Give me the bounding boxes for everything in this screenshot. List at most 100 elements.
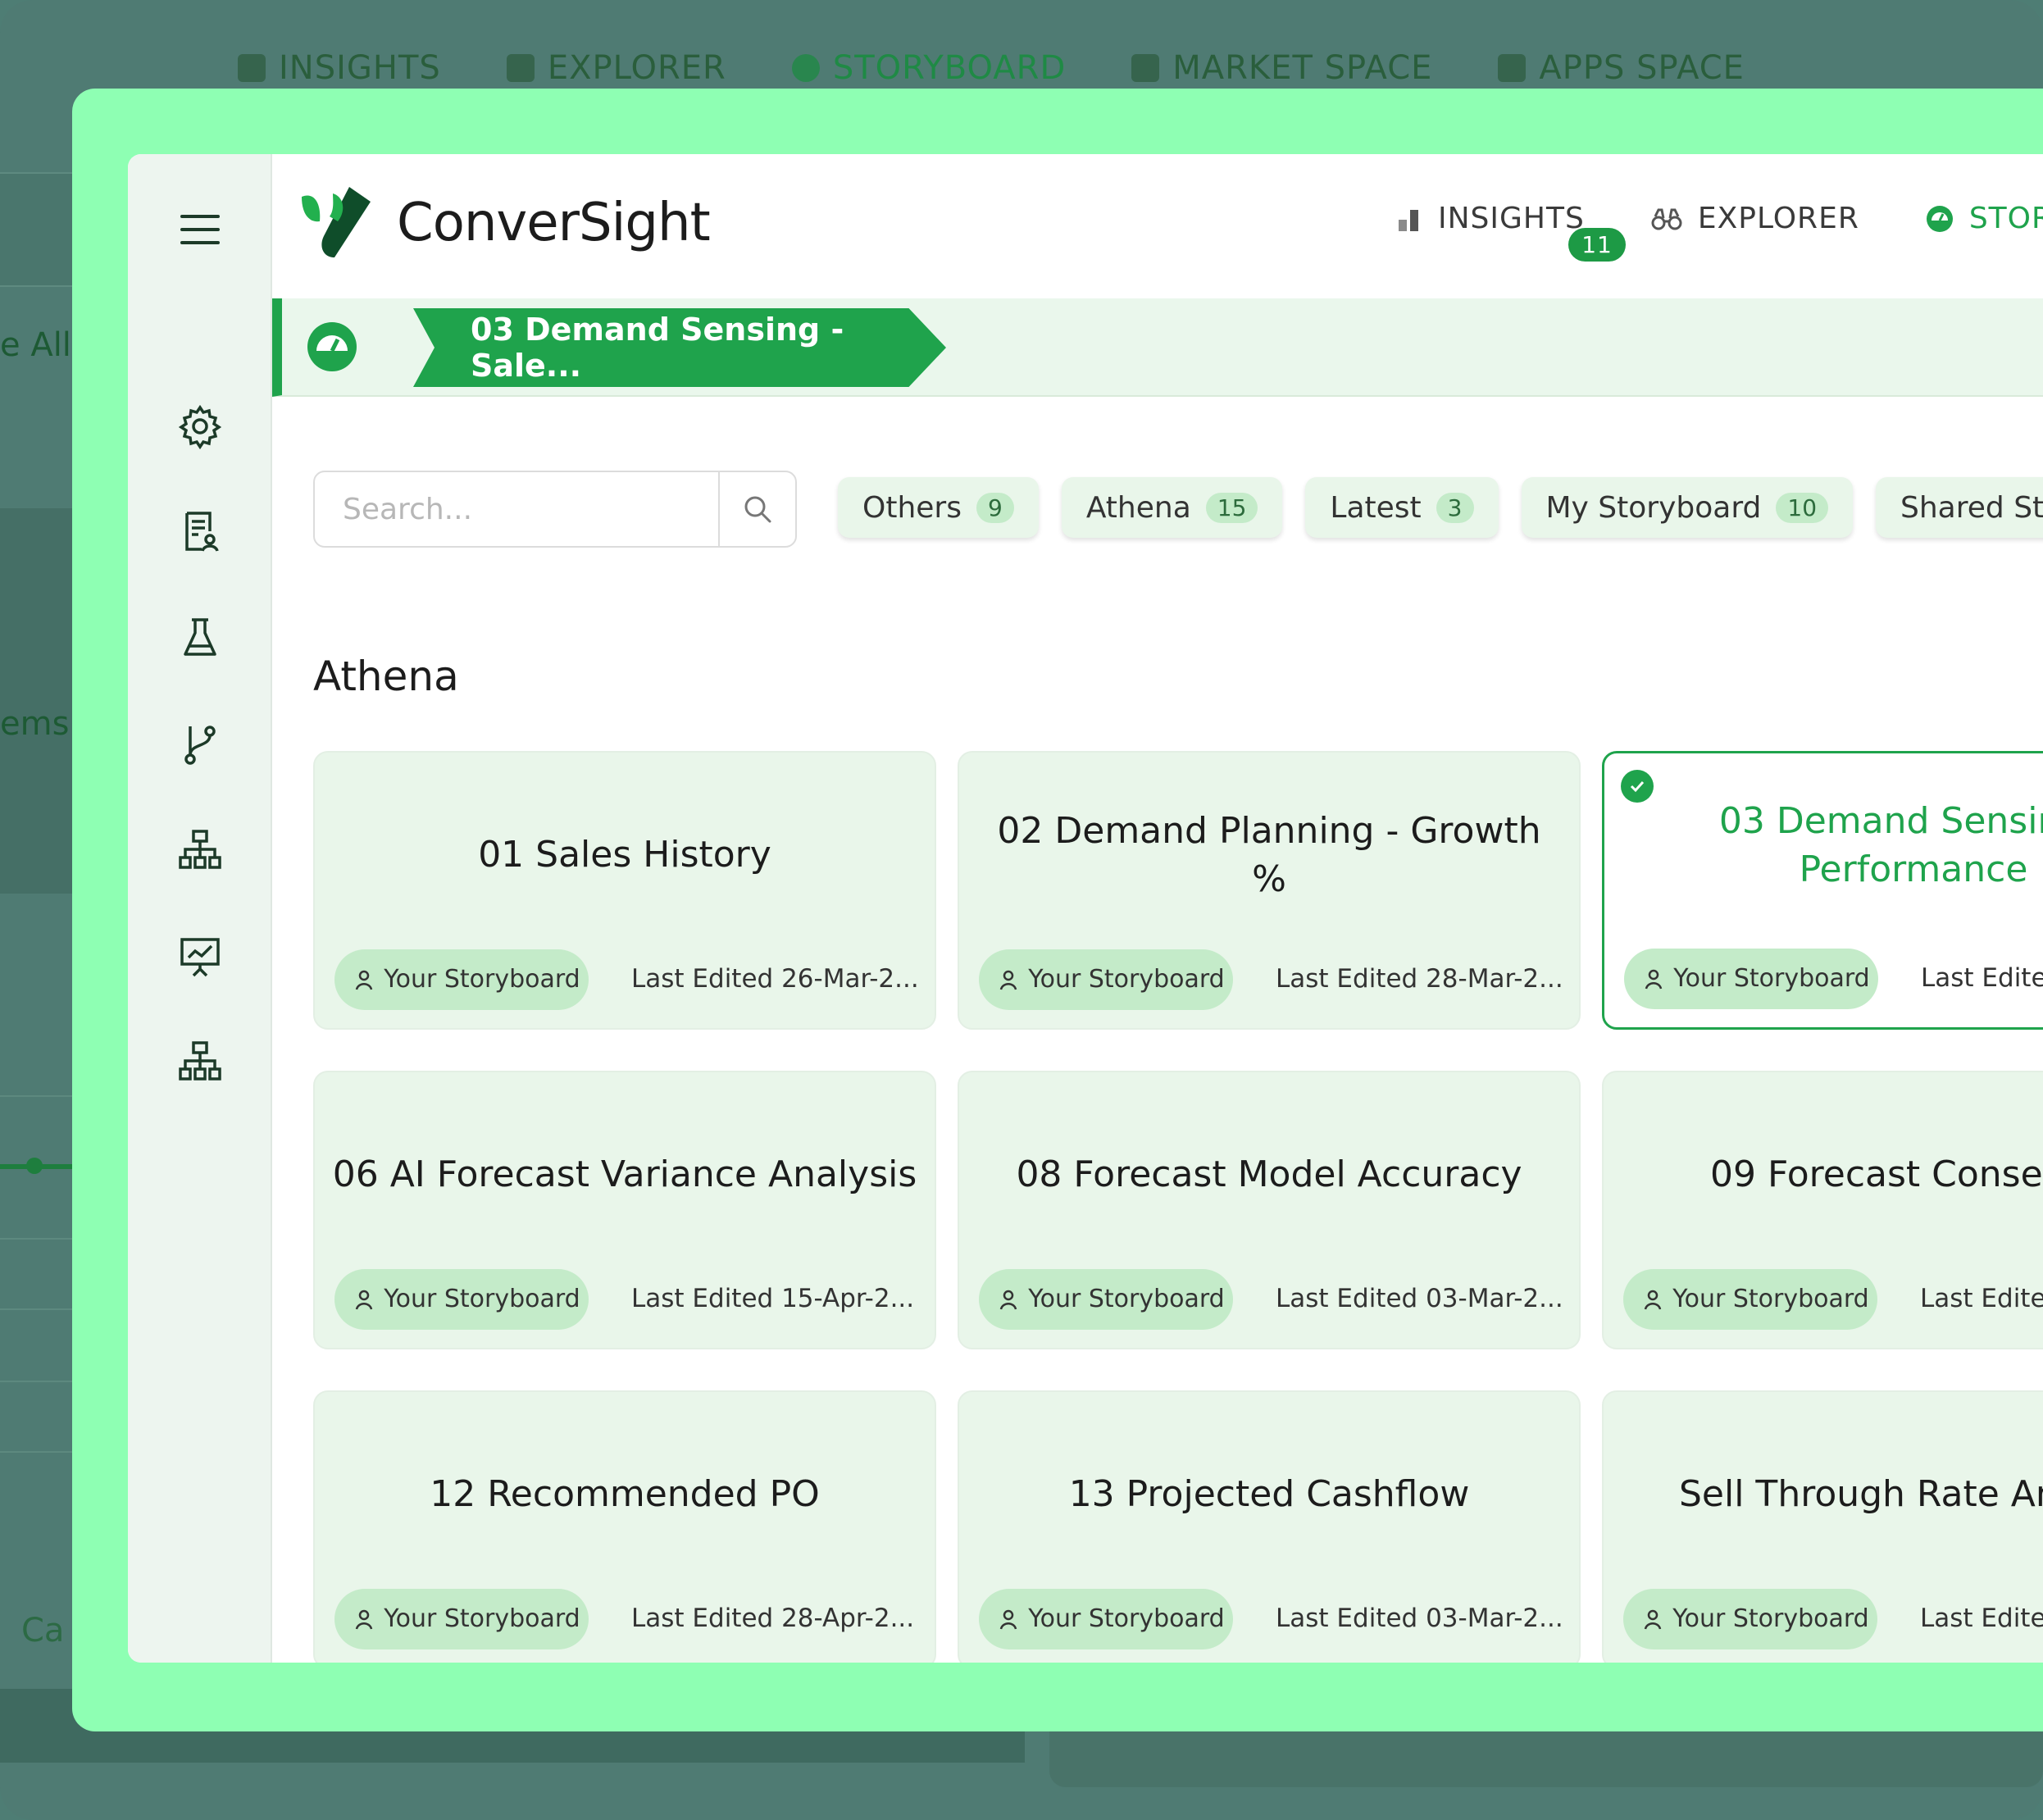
storyboard-card[interactable]: 08 Forecast Model Accuracy Your Storyboa… bbox=[958, 1071, 1581, 1349]
bar-chart-icon bbox=[238, 54, 266, 82]
owner-label: Your Storyboard bbox=[1672, 1604, 1869, 1633]
filter-chip-athena[interactable]: Athena 15 bbox=[1061, 477, 1283, 538]
search-box bbox=[313, 471, 797, 548]
owner-pill: Your Storyboard bbox=[979, 949, 1233, 1010]
chip-count: 10 bbox=[1776, 492, 1829, 523]
owner-label: Your Storyboard bbox=[384, 964, 580, 994]
filter-chip-shared-stories[interactable]: Shared Stories bbox=[1876, 477, 2043, 538]
owner-label: Your Storyboard bbox=[1028, 964, 1225, 994]
card-title: 03 Demand Sensing - Performance bbox=[1718, 799, 2043, 890]
bg-nav-apps-space: APPS SPACE bbox=[1498, 49, 1745, 87]
owner-pill: Your Storyboard bbox=[979, 1269, 1233, 1330]
store-icon bbox=[1131, 54, 1160, 82]
storyboard-card[interactable]: 02 Demand Planning - Growth % Your Story… bbox=[958, 751, 1581, 1030]
bg-slider-dot bbox=[26, 1158, 43, 1174]
breadcrumb: 03 Demand Sensing - Sale... bbox=[272, 298, 2043, 397]
storyboard-card[interactable]: 13 Projected Cashflow Your Storyboard La… bbox=[958, 1390, 1581, 1663]
owner-label: Your Storyboard bbox=[1673, 963, 1870, 993]
bg-divider bbox=[0, 1095, 74, 1097]
storyboard-window: ConverSight INSIGHTS 11 EXPLORER STORYBO… bbox=[128, 154, 2043, 1663]
user-icon bbox=[1644, 1609, 1662, 1630]
storyboard-card[interactable]: Sell Through Rate An Your Storyboard Las… bbox=[1602, 1390, 2043, 1663]
report-user-icon[interactable] bbox=[177, 508, 223, 554]
owner-pill: Your Storyboard bbox=[979, 1589, 1233, 1649]
nav-explorer[interactable]: EXPLORER bbox=[1650, 202, 1859, 235]
card-title: 02 Demand Planning - Growth % bbox=[997, 809, 1541, 900]
search-input[interactable] bbox=[315, 472, 718, 546]
bg-nav-insights: INSIGHTS bbox=[238, 49, 441, 87]
owner-label: Your Storyboard bbox=[1672, 1284, 1869, 1313]
hierarchy-icon[interactable] bbox=[177, 826, 223, 872]
chip-count: 3 bbox=[1436, 492, 1474, 523]
filter-chip-others[interactable]: Others 9 bbox=[838, 477, 1039, 538]
storyboard-card-selected[interactable]: 03 Demand Sensing - Performance Your Sto… bbox=[1602, 751, 2043, 1030]
user-icon bbox=[1644, 1290, 1662, 1310]
owner-pill: Your Storyboard bbox=[334, 949, 589, 1010]
filter-chip-latest[interactable]: Latest 3 bbox=[1305, 477, 1499, 538]
storyboard-card[interactable]: 01 Sales History Your Storyboard Last Ed… bbox=[313, 751, 936, 1030]
brand-logo[interactable]: ConverSight bbox=[297, 184, 711, 262]
settings-icon[interactable] bbox=[177, 403, 223, 449]
chip-count: 15 bbox=[1205, 492, 1258, 523]
chip-count: 9 bbox=[976, 492, 1014, 523]
owner-pill: Your Storyboard bbox=[1623, 1269, 1877, 1330]
binoculars-icon bbox=[506, 54, 535, 82]
nav-insights[interactable]: INSIGHTS 11 bbox=[1395, 202, 1626, 262]
sidebar bbox=[128, 154, 272, 1663]
last-edited: Last Edited 28-Mar-2... bbox=[1276, 964, 1563, 994]
apps-icon bbox=[1498, 54, 1527, 82]
main-content: Others 9 Athena 15 Latest 3 My Storyboard 10… bbox=[272, 397, 2043, 1663]
bg-nav-market-space: MARKET SPACE bbox=[1131, 49, 1432, 87]
storyboard-card[interactable]: 12 Recommended PO Your Storyboard Last E… bbox=[313, 1390, 936, 1663]
bar-chart-icon bbox=[1399, 209, 1418, 231]
card-title: Sell Through Rate An bbox=[1679, 1473, 2043, 1516]
owner-label: Your Storyboard bbox=[1028, 1284, 1225, 1313]
hierarchy-icon-2[interactable] bbox=[177, 1038, 223, 1084]
storyboard-card[interactable]: 09 Forecast Conser Your Storyboard Last … bbox=[1602, 1071, 2043, 1349]
last-edited: Last Edited 03-Mar-2... bbox=[1276, 1284, 1563, 1313]
bg-nav-label: MARKET SPACE bbox=[1172, 49, 1433, 87]
storyboard-card[interactable]: 06 AI Forecast Variance Analysis Your St… bbox=[313, 1071, 936, 1349]
bg-nav-label: EXPLORER bbox=[547, 49, 726, 87]
conversight-logo-icon bbox=[302, 187, 371, 257]
storyboard-icon bbox=[791, 54, 820, 82]
owner-pill: Your Storyboard bbox=[334, 1589, 589, 1649]
user-icon bbox=[999, 1290, 1017, 1310]
bg-nav-label: APPS SPACE bbox=[1539, 49, 1745, 87]
bg-fragment-text: Ca bbox=[21, 1612, 65, 1649]
bg-nav-storyboard: STORYBOARD bbox=[791, 49, 1067, 87]
storyboard-icon[interactable] bbox=[305, 320, 359, 374]
bg-divider bbox=[0, 1381, 74, 1382]
storyboard-grid: 01 Sales History Your Storyboard Last Ed… bbox=[313, 751, 2043, 1663]
last-edited: Last Edite bbox=[1920, 1604, 2043, 1633]
branch-icon[interactable] bbox=[177, 721, 223, 767]
binoculars-icon bbox=[1651, 208, 1682, 230]
filter-chip-my-storyboard[interactable]: My Storyboard 10 bbox=[1521, 477, 1854, 538]
last-edited: Last Edited 15-Apr-2... bbox=[631, 1284, 915, 1313]
menu-icon[interactable] bbox=[177, 207, 223, 253]
flask-icon[interactable] bbox=[177, 615, 223, 661]
top-nav: INSIGHTS 11 EXPLORER STORYBOARD 27 bbox=[1395, 202, 2043, 262]
breadcrumb-current[interactable]: 03 Demand Sensing - Sale... bbox=[413, 308, 946, 387]
owner-pill: Your Storyboard bbox=[1624, 949, 1878, 1009]
owner-label: Your Storyboard bbox=[384, 1604, 580, 1633]
search-button[interactable] bbox=[718, 472, 795, 546]
card-title: 09 Forecast Conser bbox=[1710, 1153, 2043, 1196]
bg-nav-explorer: EXPLORER bbox=[506, 49, 726, 87]
nav-label: STORYBOARD bbox=[1968, 202, 2043, 235]
bg-divider bbox=[0, 1308, 74, 1310]
nav-storyboard[interactable]: STORYBOARD 27 bbox=[1925, 202, 2043, 235]
user-icon bbox=[999, 1609, 1017, 1630]
bg-divider bbox=[0, 1238, 74, 1240]
brand-name: ConverSight bbox=[397, 193, 711, 253]
bg-nav-label: STORYBOARD bbox=[832, 49, 1067, 87]
owner-pill: Your Storyboard bbox=[334, 1269, 589, 1330]
presentation-icon[interactable] bbox=[177, 933, 223, 979]
search-icon bbox=[744, 496, 771, 523]
nav-label: EXPLORER bbox=[1697, 202, 1859, 235]
chip-label: Shared Stories bbox=[1900, 490, 2043, 525]
user-icon bbox=[1645, 969, 1663, 990]
card-title: 12 Recommended PO bbox=[430, 1473, 820, 1516]
last-edited: Last Edited 26-Mar-2... bbox=[631, 964, 919, 994]
last-edited: Last Edite bbox=[1921, 963, 2043, 993]
